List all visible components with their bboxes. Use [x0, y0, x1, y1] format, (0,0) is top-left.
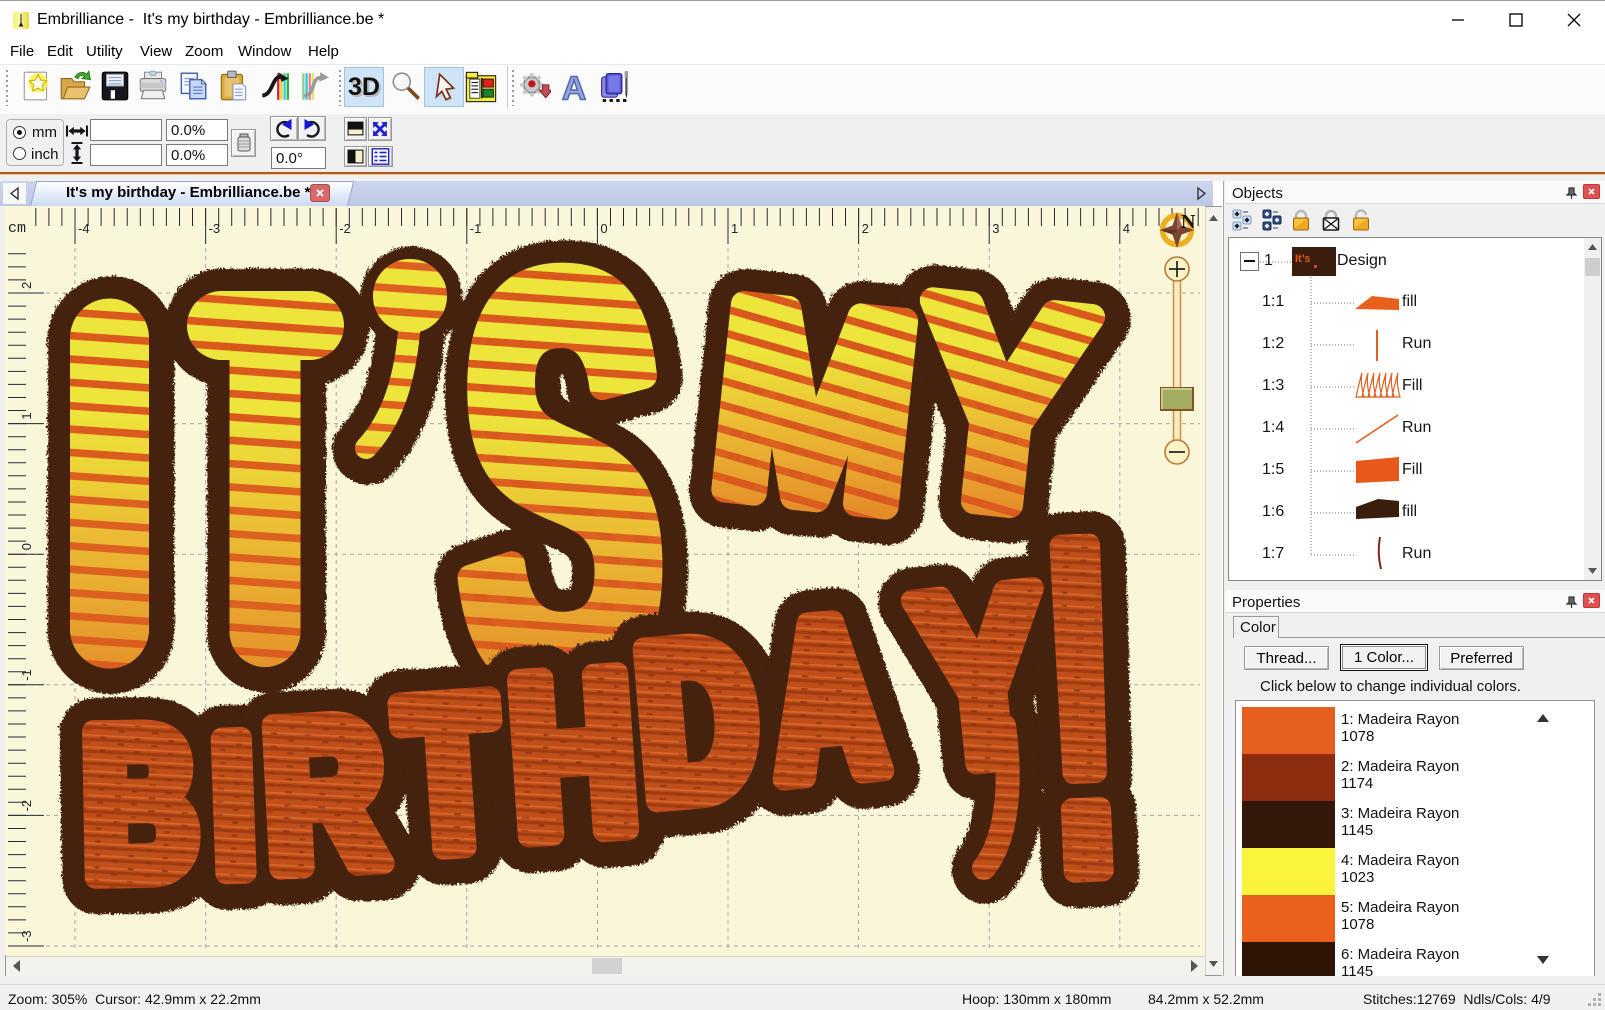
svg-text:-3: -3 [19, 930, 34, 942]
svg-text:-2: -2 [19, 800, 34, 812]
svg-text:A: A [562, 69, 586, 105]
svg-text:N: N [1181, 211, 1196, 233]
svg-text:It’s: It’s [1295, 253, 1311, 265]
